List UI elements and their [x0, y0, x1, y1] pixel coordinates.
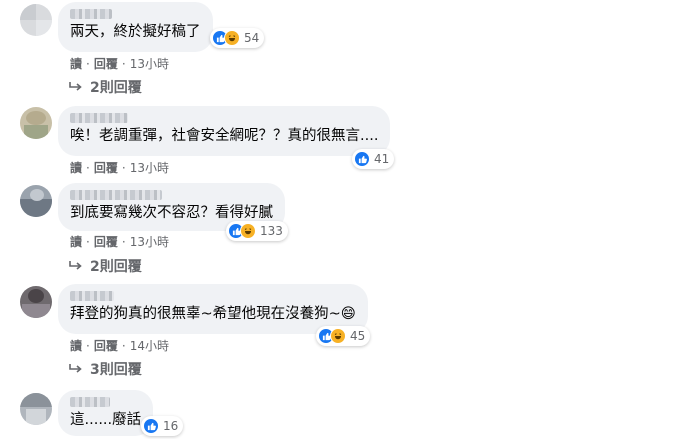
comment-bubble: 唉！老調重彈，社會安全網呢？？真的很無言.... [58, 106, 391, 156]
reaction-count: 16 [163, 419, 179, 433]
author-name-blurred[interactable] [70, 291, 114, 301]
reaction-summary[interactable]: 54 [210, 28, 265, 48]
author-name-blurred[interactable] [70, 9, 112, 19]
reaction-count: 45 [350, 329, 366, 343]
avatar[interactable] [20, 286, 52, 318]
avatar[interactable] [20, 107, 52, 139]
avatar[interactable] [20, 4, 52, 36]
reply-arrow-icon [69, 261, 82, 270]
comment-text: 這......廢話 [70, 412, 142, 428]
comment-bubble: 這......廢話 [58, 390, 154, 436]
reply-link[interactable]: 回覆 [94, 233, 118, 250]
reaction-summary[interactable]: 133 [226, 221, 288, 241]
reply-link[interactable]: 回覆 [94, 159, 118, 176]
reply-arrow-icon [69, 364, 82, 373]
reaction-count: 133 [260, 224, 283, 238]
view-replies-button[interactable]: 2則回覆 [68, 256, 142, 276]
comment-text: 拜登的狗真的很無辜~希望他現在沒養狗~😄 [70, 306, 356, 322]
haha-icon [240, 223, 256, 239]
comment-text: 唉！老調重彈，社會安全網呢？？真的很無言.... [70, 128, 379, 144]
comment-actions: 讀 · 回覆 · 13小時 [70, 233, 169, 250]
timestamp[interactable]: 13小時 [130, 55, 169, 72]
comment-actions: 讀 · 回覆 · 13小時 [70, 55, 169, 72]
reaction-count: 41 [374, 152, 390, 166]
replies-label: 3則回覆 [90, 362, 142, 378]
reply-arrow-icon [69, 82, 82, 91]
avatar[interactable] [20, 185, 52, 217]
view-replies-button[interactable]: 2則回覆 [68, 77, 142, 97]
haha-icon [330, 328, 346, 344]
comment-actions: 讀 · 回覆 · 13小時 [70, 159, 169, 176]
reply-link[interactable]: 回覆 [94, 55, 118, 72]
avatar[interactable] [20, 393, 52, 425]
like-icon [354, 151, 370, 167]
read-link[interactable]: 讀 [70, 337, 82, 354]
read-link[interactable]: 讀 [70, 55, 82, 72]
reaction-summary[interactable]: 41 [352, 149, 395, 169]
author-name-blurred[interactable] [70, 113, 128, 123]
timestamp[interactable]: 13小時 [130, 159, 169, 176]
like-icon [143, 418, 159, 434]
author-name-blurred[interactable] [70, 397, 110, 407]
comment-actions: 讀 · 回覆 · 14小時 [70, 337, 169, 354]
comment-bubble: 兩天，終於擬好稿了 [58, 2, 213, 52]
timestamp[interactable]: 14小時 [130, 337, 169, 354]
haha-icon [224, 30, 240, 46]
author-name-blurred[interactable] [70, 190, 162, 200]
timestamp[interactable]: 13小時 [130, 233, 169, 250]
view-replies-button[interactable]: 3則回覆 [68, 359, 142, 379]
replies-label: 2則回覆 [90, 259, 142, 275]
reaction-summary[interactable]: 45 [316, 326, 371, 346]
replies-label: 2則回覆 [90, 80, 142, 96]
read-link[interactable]: 讀 [70, 233, 82, 250]
comment-text: 兩天，終於擬好稿了 [70, 24, 201, 40]
reaction-summary[interactable]: 16 [141, 416, 184, 436]
reply-link[interactable]: 回覆 [94, 337, 118, 354]
reaction-count: 54 [244, 31, 260, 45]
read-link[interactable]: 讀 [70, 159, 82, 176]
